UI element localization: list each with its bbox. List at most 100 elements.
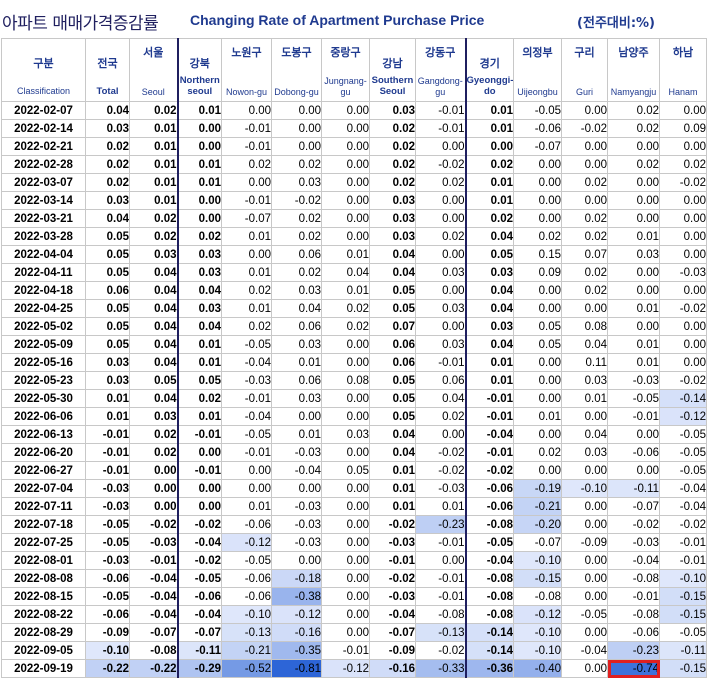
- cell-value: 0.00: [176, 119, 222, 138]
- cell-value: -0.06: [607, 623, 660, 642]
- cell-value: -0.15: [513, 569, 562, 588]
- cell-value: 0.00: [513, 389, 562, 408]
- cell-value: 0.03: [85, 371, 130, 390]
- cell-value: 0.00: [561, 101, 608, 120]
- table-row: 2022-03-28 0.05 0.02 0.02 0.01 0.02 0.00 0.03 0.…: [1, 227, 707, 246]
- cell-value: 0.03: [271, 281, 322, 300]
- cell-value: 0.00: [513, 353, 562, 372]
- cell-value: -0.07: [513, 533, 562, 552]
- cell-value: 0.00: [513, 155, 562, 174]
- cell-value: -0.06: [607, 443, 660, 462]
- cell-value: -0.05: [659, 443, 707, 462]
- column-header-ko: 강동구: [425, 46, 456, 59]
- cell-value: 0.03: [176, 263, 222, 282]
- cell-value: -0.02: [129, 515, 178, 534]
- cell-value: -0.03: [85, 551, 130, 570]
- cell-value: 0.03: [415, 299, 466, 318]
- cell-value: 0.00: [513, 209, 562, 228]
- cell-value: 0.00: [607, 281, 660, 300]
- column-header-12: 남양주 Namyangju: [607, 38, 660, 102]
- cell-value: -0.07: [513, 137, 562, 156]
- cell-value: -0.10: [221, 605, 272, 624]
- table-row: 2022-06-13 -0.01 0.02 -0.01 -0.05 0.01 0.03 0.0…: [1, 425, 707, 444]
- cell-value: 0.00: [659, 209, 707, 228]
- cell-value: 0.00: [321, 227, 370, 246]
- cell-value: -0.03: [85, 479, 130, 498]
- row-date: 2022-06-13: [1, 425, 86, 444]
- cell-value: -0.01: [85, 425, 130, 444]
- cell-value: 0.01: [176, 173, 222, 192]
- cell-value: -0.11: [659, 641, 707, 660]
- cell-value: -0.06: [221, 569, 272, 588]
- row-date: 2022-07-25: [1, 533, 86, 552]
- cell-value: 0.02: [129, 227, 178, 246]
- cell-value: 0.01: [321, 281, 370, 300]
- cell-value: 0.00: [221, 245, 272, 264]
- unit-label: (전주대비:%): [577, 16, 655, 31]
- cell-value: 0.04: [129, 299, 178, 318]
- price-change-table: 구분 Classification 전국 Total 서울 Seoul 강북 Northern…: [1, 38, 707, 678]
- table-row: 2022-04-11 0.05 0.04 0.03 0.01 0.02 0.04 0.04 0.…: [1, 263, 707, 282]
- cell-value: 0.03: [415, 263, 466, 282]
- cell-value: 0.04: [129, 389, 178, 408]
- cell-value: 0.00: [321, 605, 370, 624]
- cell-value: 0.00: [561, 497, 608, 516]
- cell-value: -0.11: [607, 479, 660, 498]
- cell-value: 0.00: [271, 551, 322, 570]
- cell-value: -0.01: [415, 353, 466, 372]
- cell-value: 0.05: [85, 317, 130, 336]
- cell-value: -0.13: [221, 623, 272, 642]
- cell-value: 0.00: [415, 281, 466, 300]
- cell-value: -0.05: [464, 533, 514, 552]
- cell-value: -0.01: [176, 425, 222, 444]
- header-row: 구분 Classification 전국 Total 서울 Seoul 강북 Northern…: [1, 38, 707, 102]
- cell-value: -0.08: [513, 587, 562, 606]
- cell-value: -0.01: [221, 191, 272, 210]
- cell-value: 0.02: [221, 155, 272, 174]
- cell-value: 0.00: [659, 245, 707, 264]
- cell-value: 0.00: [659, 317, 707, 336]
- column-header-en: Gyeonggi-do: [466, 75, 514, 97]
- cell-value: 0.03: [271, 173, 322, 192]
- cell-value: -0.12: [513, 605, 562, 624]
- cell-value: -0.01: [464, 443, 514, 462]
- cell-value: -0.04: [221, 353, 272, 372]
- cell-value: -0.10: [561, 479, 608, 498]
- table-row: 2022-07-18 -0.05 -0.02 -0.02 -0.06 -0.03 0.00-…: [1, 515, 707, 534]
- column-header-en: Seoul: [141, 87, 165, 97]
- cell-value: 0.00: [561, 191, 608, 210]
- cell-value: 0.00: [415, 245, 466, 264]
- cell-value: -0.05: [607, 389, 660, 408]
- cell-value: 0.01: [221, 497, 272, 516]
- column-header-ko: 도봉구: [281, 46, 312, 59]
- cell-value: 0.00: [561, 407, 608, 426]
- cell-value: -0.04: [464, 551, 514, 570]
- cell-value: 0.01: [464, 371, 514, 390]
- cell-value: 0.01: [176, 155, 222, 174]
- cell-value: -0.23: [607, 641, 660, 660]
- cell-value: -0.21: [513, 497, 562, 516]
- cell-value: 0.00: [321, 551, 370, 570]
- cell-value: 0.02: [85, 137, 130, 156]
- column-header-6: 중랑구 Jungnang-gu: [321, 38, 370, 102]
- cell-value: -0.04: [369, 605, 416, 624]
- column-header-en: Uijeongbu: [517, 87, 558, 97]
- column-header-en: Gangdong-gu: [417, 76, 463, 97]
- cell-value: -0.12: [321, 659, 370, 678]
- cell-value: 0.04: [129, 353, 178, 372]
- column-header-2: 서울 Seoul: [129, 38, 178, 102]
- cell-value: 0.00: [607, 191, 660, 210]
- cell-value: 0.01: [607, 353, 660, 372]
- cell-value: 0.00: [561, 137, 608, 156]
- cell-value: 0.04: [129, 281, 178, 300]
- column-header-ko: 강북: [189, 57, 210, 70]
- cell-value: 0.00: [513, 461, 562, 480]
- cell-value: 0.00: [129, 497, 178, 516]
- cell-value: 0.00: [321, 137, 370, 156]
- cell-value: 0.02: [221, 281, 272, 300]
- cell-value: 0.03: [85, 353, 130, 372]
- cell-value: -0.21: [221, 641, 272, 660]
- cell-value: 0.02: [221, 317, 272, 336]
- cell-value: -0.01: [464, 389, 514, 408]
- cell-value: -0.03: [271, 515, 322, 534]
